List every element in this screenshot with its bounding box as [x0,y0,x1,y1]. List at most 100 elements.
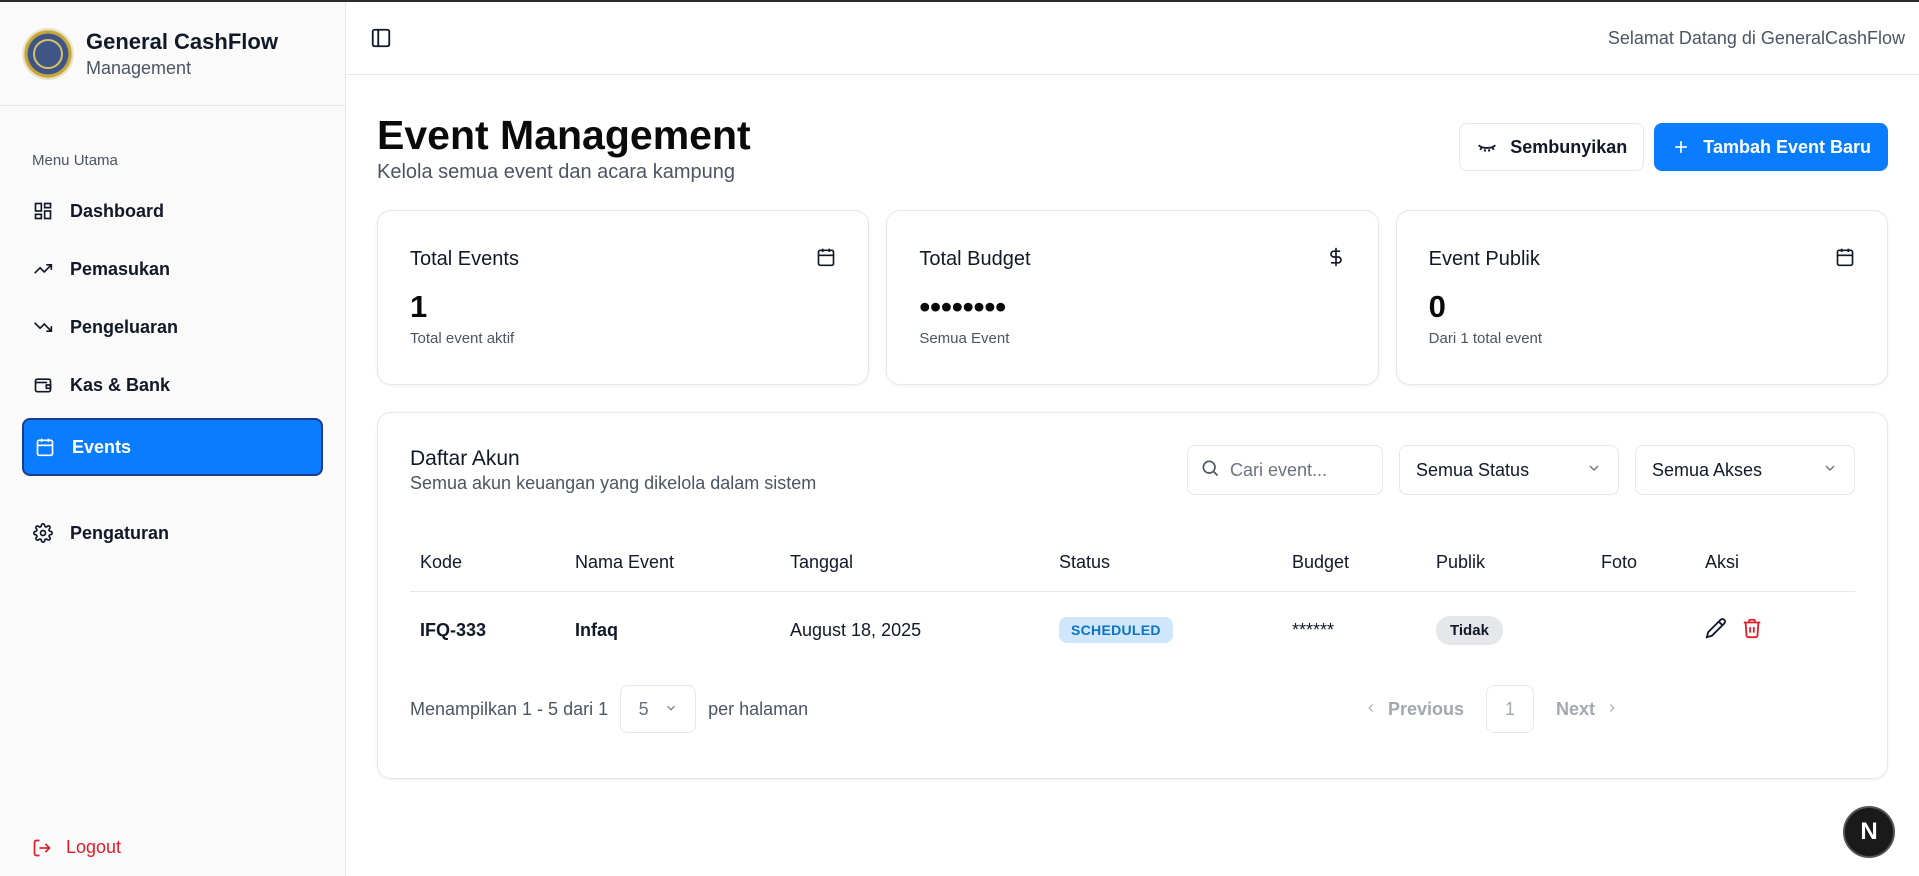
sidebar-item-pengaturan[interactable]: Pengaturan [22,504,323,562]
column-header: Publik [1426,535,1591,592]
menu-label: Menu Utama [32,152,118,169]
chevron-right-icon [1605,699,1619,720]
page-number-button[interactable]: 1 [1485,685,1534,733]
cell-status: SCHEDULED [1049,591,1282,669]
cell-aksi [1695,591,1855,669]
calendar-icon [1835,247,1855,272]
brand-title: General CashFlow [86,28,278,54]
welcome-text: Selamat Datang di GeneralCashFlow [1607,27,1905,48]
table-header-row: Kode Nama Event Tanggal Status Budget Pu… [410,535,1855,592]
main: Selamat Datang di GeneralCashFlow Event … [346,2,1919,876]
card-title: Total Events [410,248,519,270]
trending-down-icon [32,316,54,338]
column-header: Status [1049,535,1282,592]
sidebar-item-label: Pengaturan [70,522,170,543]
sidebar-item-kas-bank[interactable]: Kas & Bank [22,356,323,414]
calendar-icon [816,247,836,272]
card-title: Event Publik [1428,248,1540,270]
dashboard-icon [32,200,54,222]
search-box [1187,445,1383,495]
search-input[interactable] [1230,459,1370,481]
status-badge: SCHEDULED [1059,617,1173,644]
add-event-button-label: Tambah Event Baru [1703,136,1871,157]
access-filter-select[interactable]: Semua Akses [1635,445,1855,495]
card-note: Total event aktif [410,330,515,347]
page-title: Event Management [377,112,751,158]
column-header: Tanggal [780,535,1049,592]
chevron-down-icon [1822,460,1838,481]
previous-page-button[interactable]: Previous [1352,699,1476,720]
add-event-button[interactable]: Tambah Event Baru [1654,123,1888,171]
cell-foto [1591,591,1695,669]
hide-button-label: Sembunyikan [1510,136,1628,157]
sidebar-item-pemasukan[interactable]: Pemasukan [22,240,323,298]
page-size-select[interactable]: 5 [620,685,697,733]
page-header: Event Management Kelola semua event dan … [377,111,1888,184]
status-filter-value: Semua Status [1416,459,1530,480]
filters: Semua Status Semua Akses [1187,445,1855,495]
cell-kode: IFQ-333 [420,619,487,640]
pagination-summary: Menampilkan 1 - 5 dari 1 [410,698,609,719]
nextjs-dev-button[interactable]: N [1843,806,1895,858]
sidebar-item-label: Pengeluaran [70,316,179,337]
cell-tanggal: August 18, 2025 [790,619,922,640]
brand-subtitle: Management [86,57,192,78]
edit-icon[interactable] [1705,617,1727,644]
trending-up-icon [32,258,54,280]
trash-icon[interactable] [1741,617,1763,644]
sidebar-item-pengeluaran[interactable]: Pengeluaran [22,298,323,356]
hide-button[interactable]: Sembunyikan [1459,123,1645,171]
stat-card-total-events: Total Events 1 Total event aktif [377,210,870,385]
column-header: Nama Event [565,535,780,592]
pagination: Menampilkan 1 - 5 dari 1 5 per halaman P… [410,685,1855,733]
wallet-icon [32,374,54,396]
sidebar-item-label: Kas & Bank [70,374,171,395]
cell-publik: Tidak [1426,591,1591,669]
page-size-value: 5 [638,698,649,719]
column-header: Aksi [1695,535,1855,592]
logo [22,27,74,80]
sidebar: General CashFlow Management Menu Utama D… [0,2,346,876]
column-header: Budget [1282,535,1426,592]
next-page-button[interactable]: Next [1544,699,1631,720]
column-header: Foto [1591,535,1695,592]
logout-label: Logout [66,837,122,857]
stat-cards: Total Events 1 Total event aktif Total B… [377,210,1888,385]
logout-icon [32,838,52,858]
stat-card-total-budget: Total Budget •••••••• Semua Event [886,210,1379,385]
cell-nama-event: Infaq [575,619,618,640]
calendar-icon [34,436,56,458]
sidebar-item-dashboard[interactable]: Dashboard [22,182,323,240]
brand: General CashFlow Management [0,2,345,106]
card-value: 1 [410,289,428,324]
eye-off-icon [1476,136,1498,158]
chevron-down-icon [664,699,678,720]
logout-button[interactable]: Logout [32,837,121,858]
events-panel: Daftar Akun Semua akun keuangan yang dik… [377,412,1888,779]
column-header: Kode [410,535,565,592]
events-table: Kode Nama Event Tanggal Status Budget Pu… [410,535,1855,669]
card-title: Total Budget [919,248,1031,270]
sidebar-nav: Dashboard Pemasukan Pengeluaran Kas & Ba… [0,182,345,562]
cell-budget: ****** [1292,619,1335,640]
dollar-icon [1326,247,1346,272]
access-filter-value: Semua Akses [1652,459,1763,480]
panel-subtitle: Semua akun keuangan yang dikelola dalam … [410,473,817,493]
per-page-label: per halaman [708,698,809,719]
publik-badge: Tidak [1436,615,1503,645]
table-row: IFQ-333 Infaq August 18, 2025 SCHEDULED … [410,591,1855,669]
search-icon [1200,458,1220,483]
card-value: 0 [1428,289,1446,324]
previous-label: Previous [1387,698,1464,719]
next-label: Next [1555,698,1595,719]
gear-icon [32,522,54,544]
sidebar-item-events[interactable]: Events [22,418,323,476]
chevron-left-icon [1364,699,1378,720]
content: Event Management Kelola semua event dan … [346,75,1919,779]
sidebar-item-label: Events [72,436,132,457]
stat-card-event-publik: Event Publik 0 Dari 1 total event [1395,210,1888,385]
sidebar-toggle-icon[interactable] [370,27,392,49]
sidebar-item-label: Dashboard [70,200,165,221]
status-filter-select[interactable]: Semua Status [1399,445,1619,495]
chevron-down-icon [1586,460,1602,481]
